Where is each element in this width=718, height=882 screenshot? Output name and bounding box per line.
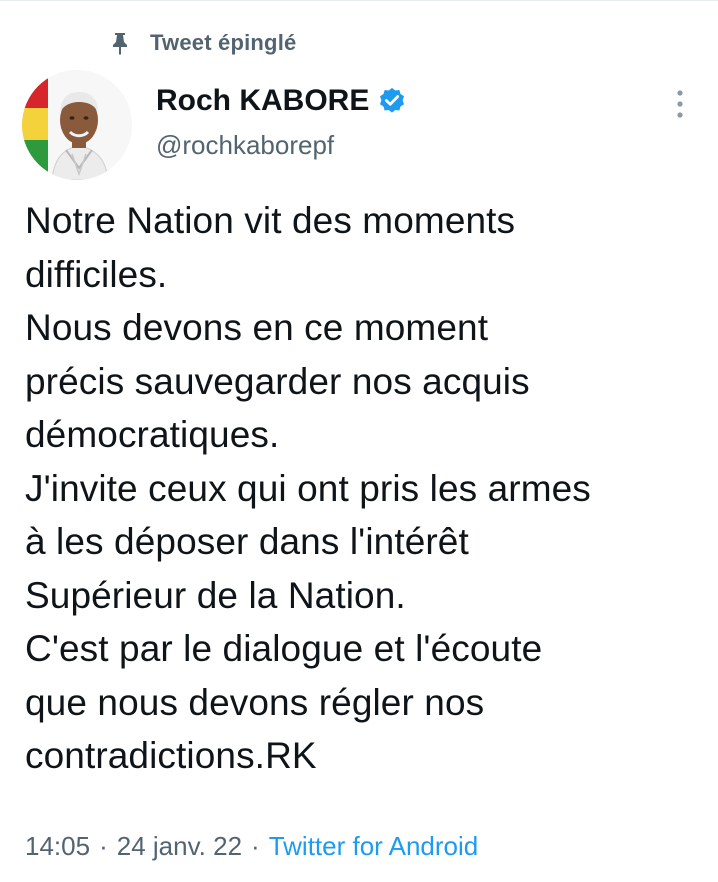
author-name[interactable]: Roch KABORE xyxy=(156,84,369,118)
top-divider xyxy=(0,0,718,1)
more-vertical-icon xyxy=(677,90,683,118)
avatar[interactable] xyxy=(22,70,132,180)
pinned-indicator: Tweet épinglé xyxy=(110,28,296,58)
verified-badge-icon xyxy=(377,86,407,116)
pinned-label: Tweet épinglé xyxy=(150,30,297,55)
pin-icon xyxy=(110,31,130,55)
avatar-photo xyxy=(22,70,132,180)
tweet-time[interactable]: 14:05 xyxy=(25,831,90,862)
tweet-text: Notre Nation vit des moments difficiles.… xyxy=(25,200,591,776)
tweet-meta: 14:05 · 24 janv. 22 · Twitter for Androi… xyxy=(25,826,478,866)
more-options-button[interactable] xyxy=(662,84,698,124)
tweet-source-link[interactable]: Twitter for Android xyxy=(269,831,479,862)
author-handle[interactable]: @rochkaborepf xyxy=(156,130,334,161)
meta-separator: · xyxy=(251,830,260,861)
author-name-row: Roch KABORE xyxy=(156,82,407,120)
tweet-date[interactable]: 24 janv. 22 xyxy=(117,831,242,862)
meta-separator: · xyxy=(99,830,108,861)
